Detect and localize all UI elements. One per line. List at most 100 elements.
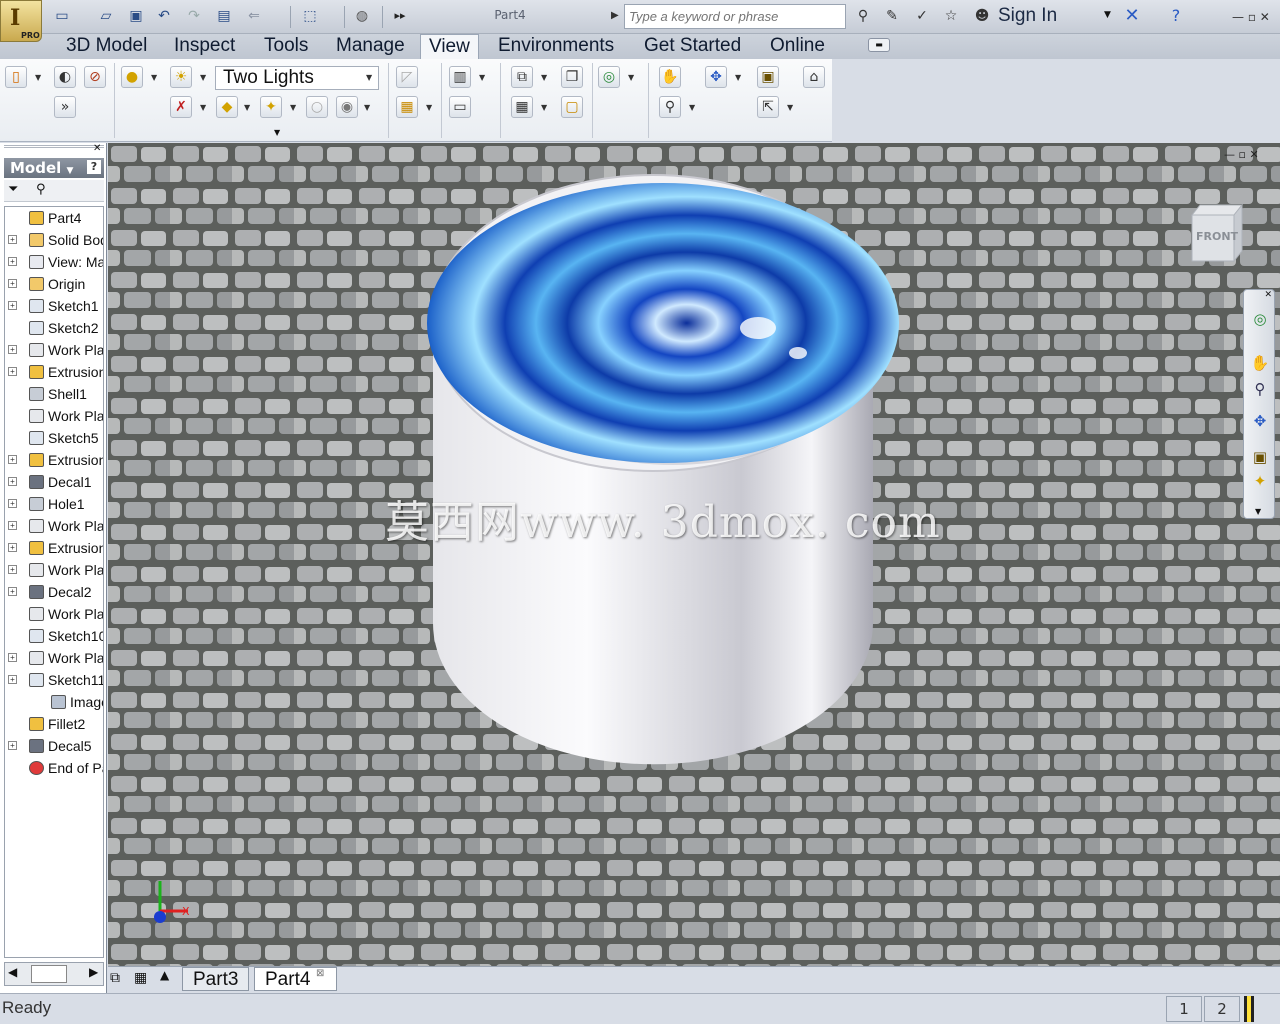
help-icon[interactable]: ?	[1166, 6, 1186, 26]
dropdown-icon[interactable]: ▼	[541, 103, 547, 112]
favorites-star-icon[interactable]: ☆	[941, 6, 961, 26]
shadows-icon[interactable]: ●	[121, 66, 143, 88]
browser-close-icon[interactable]: ✕	[93, 143, 101, 154]
ray-tracing-icon[interactable]: »	[54, 96, 76, 118]
expand-icon[interactable]: +	[8, 543, 17, 552]
tree-node[interactable]: + Origin	[5, 273, 103, 295]
perspective-icon[interactable]: ◆	[216, 96, 238, 118]
tree-node[interactable]: + Work Plane	[5, 647, 103, 669]
subscription-icon[interactable]: ✎	[882, 6, 902, 26]
navbar-close-icon[interactable]: ✕	[1264, 290, 1272, 300]
window-controls[interactable]: — ▫ ✕	[1232, 10, 1270, 24]
minimize-ribbon-icon[interactable]: ▬	[868, 38, 890, 52]
tab-get-started[interactable]: Get Started	[636, 34, 749, 59]
binoculars-icon[interactable]: ⚲	[853, 6, 873, 26]
expand-icon[interactable]: +	[8, 587, 17, 596]
tree-node[interactable]: + Extrusion	[5, 449, 103, 471]
lighting-style-dropdown-icon[interactable]: ▼	[366, 73, 372, 82]
expand-icon[interactable]: +	[8, 301, 17, 310]
expand-icon[interactable]: +	[8, 521, 17, 530]
tree-node[interactable]: + Hole1	[5, 493, 103, 515]
tab-online[interactable]: Online	[762, 34, 833, 59]
dropdown-icon[interactable]: ▼	[290, 103, 296, 112]
save-icon[interactable]: ▣	[126, 6, 146, 26]
orbit-icon[interactable]: ✥	[1249, 410, 1271, 432]
tree-node[interactable]: Sketch5	[5, 427, 103, 449]
tree-node[interactable]: + Extrusion	[5, 361, 103, 383]
dropdown-icon[interactable]: ▼	[541, 73, 547, 82]
steering-wheel-icon[interactable]: ◎	[598, 66, 620, 88]
texture-icon[interactable]: ✦	[260, 96, 282, 118]
new-icon[interactable]: ▭	[52, 6, 72, 26]
tab-environments[interactable]: Environments	[490, 34, 622, 59]
zoom-all-icon[interactable]: ⇱	[757, 96, 779, 118]
tab-tools[interactable]: Tools	[256, 34, 316, 59]
cascade-icon[interactable]: ❐	[561, 66, 583, 88]
reflections-icon[interactable]: ✗	[170, 96, 192, 118]
exchange-x-icon[interactable]: ✕	[1122, 6, 1142, 26]
expand-icon[interactable]: +	[8, 477, 17, 486]
scroll-left-icon[interactable]: ◀	[8, 965, 17, 979]
tree-node[interactable]: + Decal5	[5, 735, 103, 757]
expand-icon[interactable]: +	[8, 675, 17, 684]
dropdown-icon[interactable]: ▼	[244, 103, 250, 112]
close-tab-icon[interactable]: ⊠	[316, 968, 324, 979]
tree-node[interactable]: + Work Plane	[5, 515, 103, 537]
light-bulb-icon[interactable]: ✦	[1249, 470, 1271, 492]
color-override-icon[interactable]: ◍	[352, 6, 372, 26]
switch-window-icon[interactable]: ⧉	[511, 66, 533, 88]
dropdown-icon[interactable]: ▼	[689, 103, 695, 112]
orbit-icon[interactable]: ✥	[705, 66, 727, 88]
panel-expand-icon[interactable]: ▼	[274, 128, 280, 137]
tree-node[interactable]: + Sketch1	[5, 295, 103, 317]
expand-icon[interactable]: +	[8, 279, 17, 288]
pan-hand-icon[interactable]: ✋	[659, 66, 681, 88]
pan-hand-icon[interactable]: ✋	[1249, 352, 1271, 374]
open-documents-menu-icon[interactable]: ▲	[160, 968, 169, 982]
clean-screen-icon[interactable]: ▦	[396, 96, 418, 118]
tree-node[interactable]: + Work Plane	[5, 559, 103, 581]
viewport-window-controls[interactable]: — ▫ ✕	[1224, 148, 1259, 161]
expand-icon[interactable]: +	[8, 367, 17, 376]
open-icon[interactable]: ▱	[96, 6, 116, 26]
select-icon[interactable]: ⬚	[300, 6, 320, 26]
tree-node[interactable]: Sketch2	[5, 317, 103, 339]
filter-icon[interactable]: ⏷	[8, 182, 18, 197]
tree-node[interactable]: + View: Master	[5, 251, 103, 273]
tree-node[interactable]: Image	[5, 691, 103, 713]
expand-icon[interactable]: +	[8, 235, 17, 244]
expand-icon[interactable]: +	[8, 345, 17, 354]
shaded-sphere-icon[interactable]: ◉	[336, 96, 358, 118]
scroll-right-icon[interactable]: ▶	[89, 965, 98, 979]
tab-inspect[interactable]: Inspect	[166, 34, 243, 59]
ground-shadow-icon[interactable]: ⊘	[84, 66, 106, 88]
dropdown-icon[interactable]: ▼	[426, 103, 432, 112]
tree-node[interactable]: + Solid Bodies	[5, 229, 103, 251]
arrange-windows-icon[interactable]: ▦	[134, 970, 147, 986]
more-commands-icon[interactable]: ▸▸	[390, 6, 410, 26]
tree-node[interactable]: Fillet2	[5, 713, 103, 735]
object-visibility-icon[interactable]: ▯	[5, 66, 27, 88]
dropdown-icon[interactable]: ▼	[35, 73, 41, 82]
find-binoculars-icon[interactable]: ⚲	[36, 182, 46, 197]
viewcube[interactable]: FRONT	[1188, 203, 1244, 265]
expand-icon[interactable]: +	[8, 455, 17, 464]
section-view-icon[interactable]: ◐	[54, 66, 76, 88]
communication-center-icon[interactable]: ✓	[912, 6, 932, 26]
dropdown-icon[interactable]: ▼	[151, 73, 157, 82]
full-navigation-wheel-icon[interactable]: ◎	[1249, 308, 1271, 330]
dropdown-icon[interactable]: ▼	[735, 73, 741, 82]
home-view-icon[interactable]: ⌂	[803, 66, 825, 88]
expand-icon[interactable]: +	[8, 499, 17, 508]
return-icon[interactable]: ⇐	[244, 6, 264, 26]
browser-grip[interactable]	[4, 145, 104, 155]
undo-icon[interactable]: ↶	[154, 6, 174, 26]
realistic-sphere-icon[interactable]: ○	[306, 96, 328, 118]
browser-horizontal-scrollbar[interactable]: ◀ ▶	[4, 962, 104, 986]
dropdown-icon[interactable]: ▼	[787, 103, 793, 112]
look-at-icon[interactable]: ▣	[1249, 446, 1271, 468]
dropdown-icon[interactable]: ▼	[200, 103, 206, 112]
clipboard-icon[interactable]: ▤	[214, 6, 234, 26]
tree-node[interactable]: Work Plane	[5, 603, 103, 625]
search-input[interactable]	[624, 4, 846, 29]
